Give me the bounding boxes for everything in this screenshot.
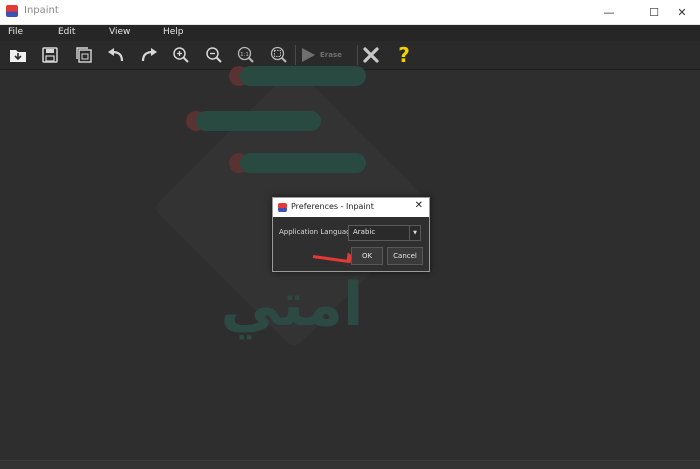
help-icon: ? [398, 43, 410, 67]
redo-icon [141, 48, 157, 62]
actual-size-icon: 1:1 [237, 46, 254, 63]
undo-button[interactable] [104, 44, 128, 66]
save-button[interactable] [38, 44, 62, 66]
actual-size-button[interactable]: 1:1 [234, 44, 258, 66]
language-label: Application Language [279, 228, 355, 236]
dialog-title-bar: Preferences - Inpaint ✕ [273, 198, 429, 217]
open-button[interactable] [6, 44, 30, 66]
close-button[interactable]: ✕ [664, 0, 700, 24]
save-icon [42, 47, 58, 63]
language-select[interactable]: Arabic ▼ [348, 225, 421, 241]
zoom-out-icon [206, 47, 222, 63]
erase-label: Erase [320, 51, 342, 59]
menu-edit[interactable]: Edit [58, 27, 75, 37]
redo-button[interactable] [137, 44, 161, 66]
play-icon [302, 48, 315, 62]
dialog-title: Preferences - Inpaint [291, 202, 374, 211]
menu-file[interactable]: File [8, 27, 23, 37]
minimize-button[interactable]: — [591, 0, 627, 24]
save-as-icon [76, 47, 92, 63]
cancel-button[interactable]: Cancel [387, 247, 423, 265]
chevron-down-icon[interactable]: ▼ [409, 226, 420, 240]
title-bar: Inpaint — ☐ ✕ [0, 0, 700, 25]
fit-icon [270, 46, 287, 63]
toolbar-separator [357, 45, 358, 65]
actual-size-label: 1:1 [240, 52, 249, 58]
watermark-logo-text: امتي [220, 270, 364, 340]
clear-button[interactable] [359, 44, 383, 66]
watermark-bar [240, 66, 366, 86]
undo-icon [108, 48, 124, 62]
watermark-bar [196, 111, 321, 131]
save-as-button[interactable] [72, 44, 96, 66]
x-icon [363, 47, 379, 63]
menu-help[interactable]: Help [163, 27, 184, 37]
window-title: Inpaint [24, 5, 59, 16]
app-logo-icon [278, 203, 287, 212]
dialog-close-button[interactable]: ✕ [415, 200, 423, 211]
annotation-arrow [312, 255, 351, 264]
fit-button[interactable] [267, 44, 291, 66]
erase-button[interactable]: Erase [300, 43, 356, 67]
language-select-value: Arabic [353, 228, 376, 236]
zoom-out-button[interactable] [202, 44, 226, 66]
app-window: Inpaint — ☐ ✕ File Edit View Help 1:1 Er… [0, 0, 700, 469]
preferences-dialog: Preferences - Inpaint ✕ Application Lang… [272, 197, 430, 272]
watermark-bar [240, 153, 366, 173]
help-button[interactable]: ? [392, 43, 416, 67]
ok-button[interactable]: OK [351, 247, 383, 265]
app-logo-icon [6, 5, 18, 17]
toolbar-separator [295, 45, 296, 65]
zoom-in-button[interactable] [169, 44, 193, 66]
menu-view[interactable]: View [109, 27, 130, 37]
open-icon [10, 50, 26, 62]
menu-bar: File Edit View Help [0, 25, 700, 41]
zoom-in-icon [173, 47, 189, 63]
